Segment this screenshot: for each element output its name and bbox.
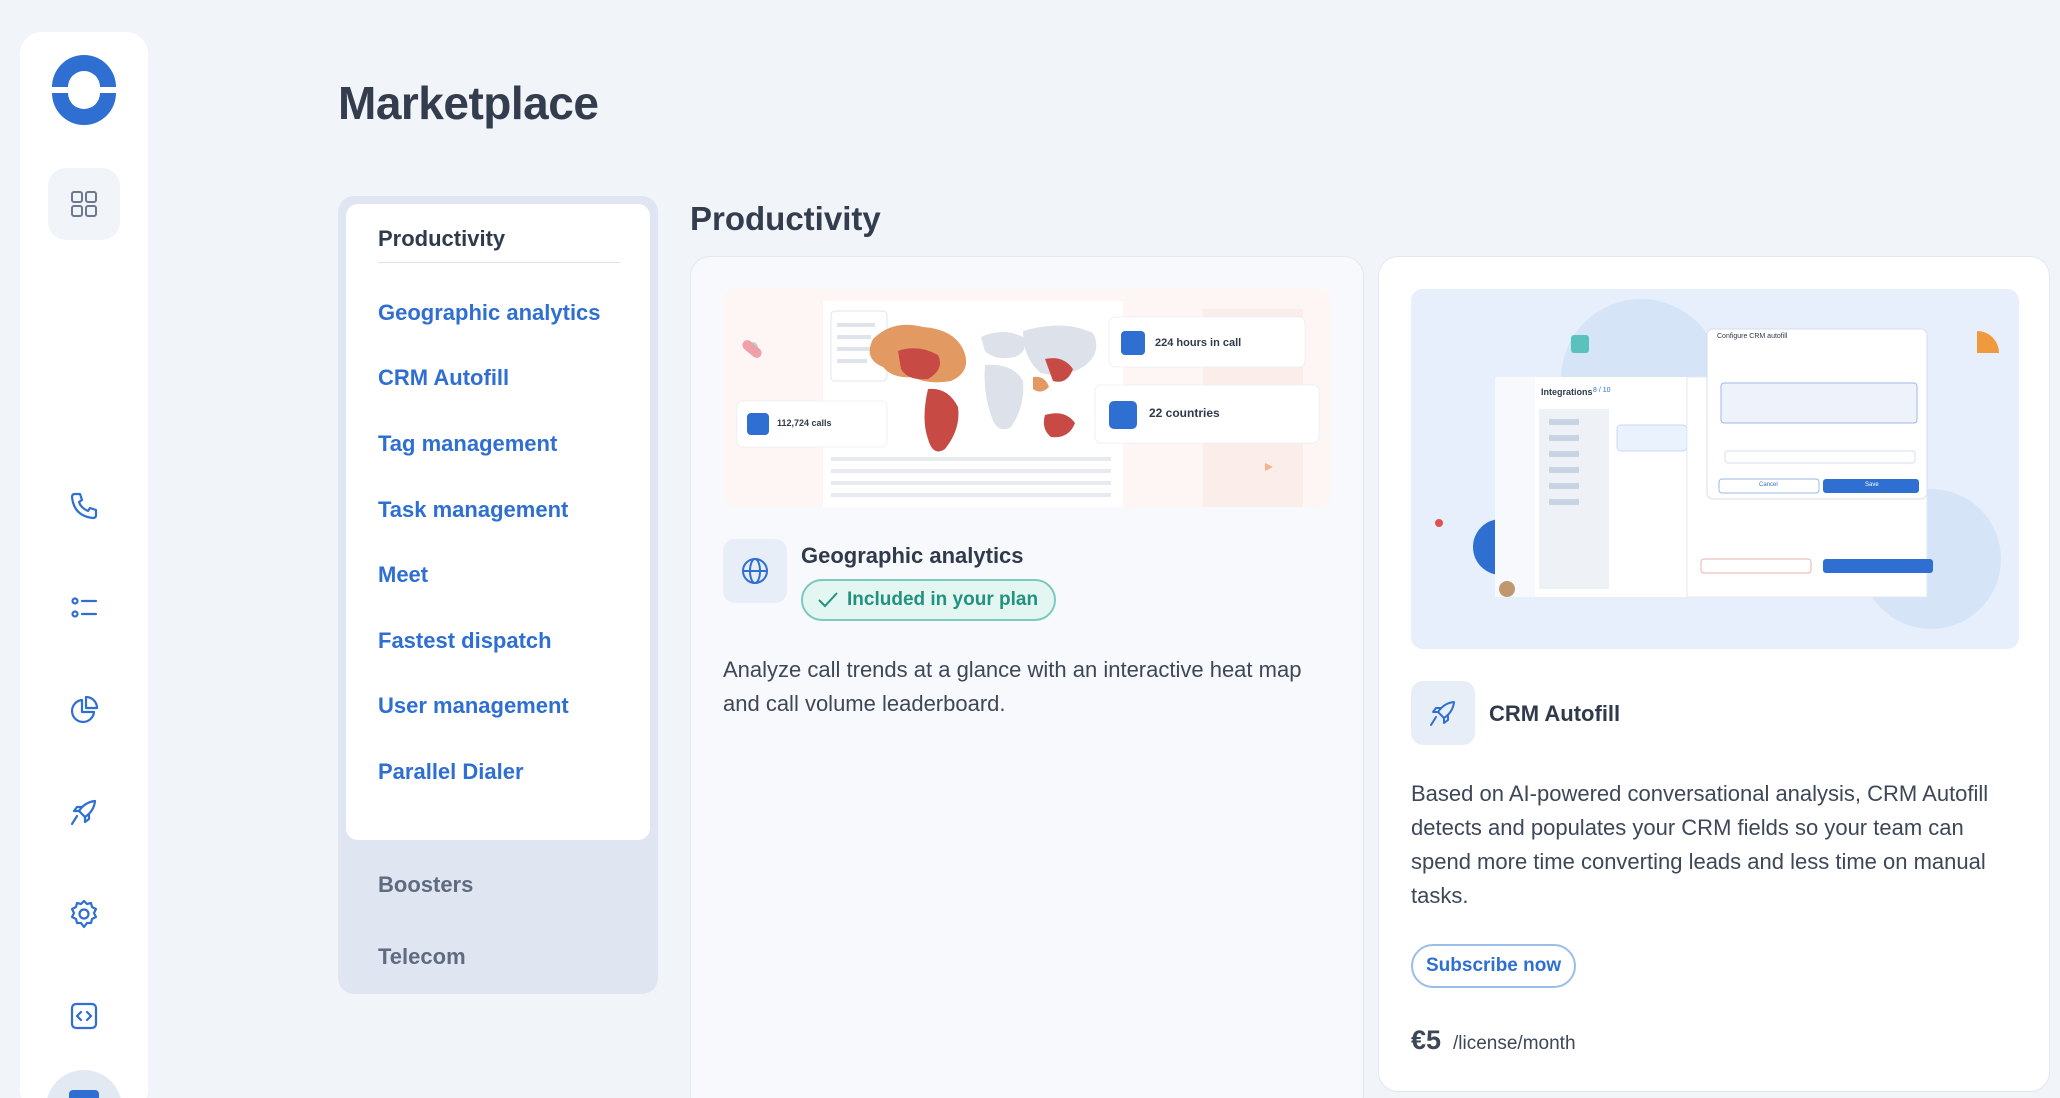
rocket-icon <box>70 799 97 826</box>
profile-button[interactable] <box>46 1070 122 1098</box>
section-title: Productivity <box>690 200 881 237</box>
preview-modal-title: Configure CRM autofill <box>1717 333 1788 340</box>
sidebar <box>20 32 148 1098</box>
app-description: Analyze call trends at a glance with an … <box>723 657 1302 716</box>
preview-cancel: Cancel <box>1759 482 1778 488</box>
app-card-geographic-analytics[interactable]: 224 hours in call 22 countries 112,724 c… <box>690 256 1364 1098</box>
preview-panel-count: 8 / 10 <box>1593 387 1611 394</box>
logo[interactable] <box>48 54 120 126</box>
gear-icon <box>70 899 98 929</box>
category-item-tag-management[interactable]: Tag management <box>378 431 557 457</box>
stat-calls: 112,724 calls <box>777 418 832 428</box>
stat-hours: 224 hours in call <box>1155 337 1242 349</box>
preview-panel-title: Integrations <box>1541 387 1593 397</box>
page-title: Marketplace <box>338 77 599 129</box>
feature-icon-box <box>723 539 787 603</box>
phone-icon <box>70 492 98 520</box>
globe-icon <box>742 558 768 584</box>
stat-countries: 22 countries <box>1149 406 1220 420</box>
subscribe-button[interactable]: Subscribe now <box>1411 944 1577 988</box>
category-productivity[interactable]: Productivity <box>378 226 505 252</box>
calls-button[interactable] <box>48 470 120 542</box>
developers-button[interactable] <box>48 980 120 1052</box>
category-item-geographic-analytics[interactable]: Geographic analytics <box>378 300 601 326</box>
category-item-crm-autofill[interactable]: CRM Autofill <box>378 365 509 391</box>
price: €5 <box>1411 1025 1442 1055</box>
code-icon <box>70 1002 98 1030</box>
app-name: CRM Autofill <box>1489 701 1621 726</box>
app-name: Geographic analytics <box>801 543 1024 568</box>
rocket-icon <box>1430 701 1455 726</box>
included-badge: Included in your plan <box>801 579 1057 621</box>
category-telecom[interactable]: Telecom <box>378 944 466 970</box>
category-item-user-management[interactable]: User management <box>378 693 569 719</box>
crm-autofill-preview: Integrations 8 / 10 Configure CRM autofi… <box>1411 289 2019 649</box>
category-group-productivity: Productivity Geographic analytics CRM Au… <box>346 204 650 840</box>
app-description: Based on AI-powered conversational analy… <box>1411 781 1989 908</box>
category-boosters[interactable]: Boosters <box>378 872 473 898</box>
marketplace-button[interactable] <box>48 776 120 848</box>
app-card-crm-autofill[interactable]: Integrations 8 / 10 Configure CRM autofi… <box>1378 256 2050 1092</box>
analytics-button[interactable] <box>48 674 120 746</box>
dashboard-icon <box>71 191 97 217</box>
price-unit: /license/month <box>1453 1033 1576 1054</box>
category-item-meet[interactable]: Meet <box>378 562 428 588</box>
pie-chart-icon <box>70 695 99 724</box>
feature-icon-box <box>1411 681 1475 745</box>
badge-label: Included in your plan <box>847 589 1039 610</box>
settings-button[interactable] <box>48 878 120 950</box>
check-icon <box>818 592 838 608</box>
profile-icon <box>69 1090 99 1098</box>
category-item-task-management[interactable]: Task management <box>378 497 568 523</box>
category-panel: Productivity Geographic analytics CRM Au… <box>338 196 658 994</box>
tasks-button[interactable] <box>48 572 120 644</box>
list-icon <box>71 597 98 618</box>
dashboard-button[interactable] <box>48 168 120 240</box>
divider <box>378 262 620 263</box>
preview-save: Save <box>1865 482 1879 488</box>
geographic-analytics-preview: 224 hours in call 22 countries 112,724 c… <box>723 289 1331 507</box>
category-item-parallel-dialer[interactable]: Parallel Dialer <box>378 759 524 785</box>
category-item-fastest-dispatch[interactable]: Fastest dispatch <box>378 628 552 654</box>
